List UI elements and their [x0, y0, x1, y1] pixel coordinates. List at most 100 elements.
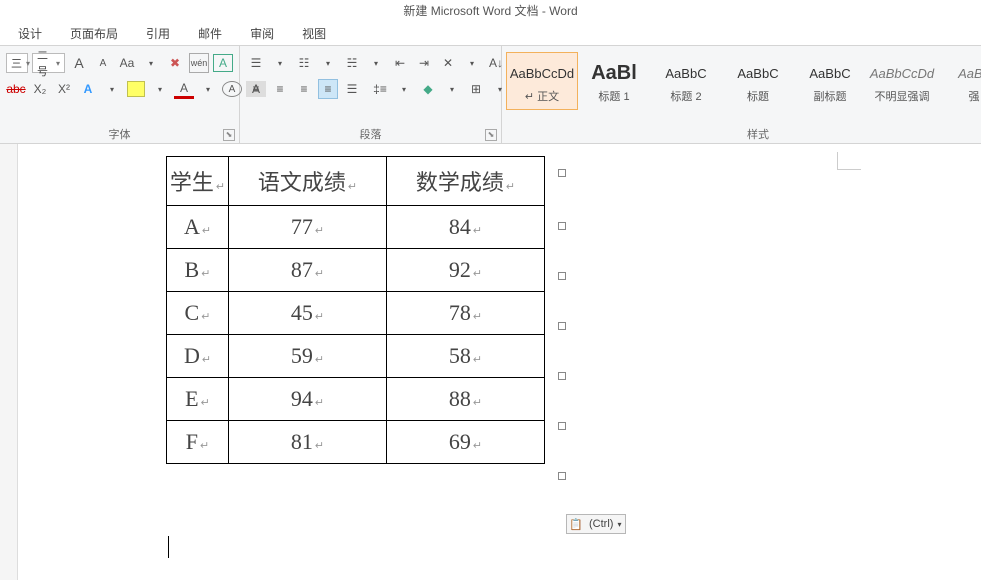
style-item-2[interactable]: AaBbC标题 2 — [650, 52, 722, 110]
table-row[interactable]: A↵77↵84↵ — [167, 206, 545, 249]
text-effects-button[interactable]: A — [78, 79, 98, 99]
style-item-3[interactable]: AaBbC标题 — [722, 52, 794, 110]
shrink-font-button[interactable]: A — [93, 53, 113, 73]
table-cell[interactable]: 77↵ — [229, 206, 387, 249]
table-cell[interactable]: 94↵ — [229, 378, 387, 421]
numbering-arrow[interactable]: ▾ — [318, 53, 338, 73]
multilevel-button[interactable]: ☵ — [342, 53, 362, 73]
change-case-button[interactable]: Aa — [117, 53, 137, 73]
align-justify-button[interactable]: ≡ — [318, 79, 338, 99]
table-cell[interactable]: A↵ — [167, 206, 229, 249]
table-cell[interactable]: 45↵ — [229, 292, 387, 335]
highlight-button[interactable] — [126, 79, 146, 99]
paste-options-label: (Ctrl) — [585, 518, 617, 530]
menu-view[interactable]: 视图 — [288, 25, 340, 42]
table-cell[interactable]: 58↵ — [387, 335, 545, 378]
menu-page-layout[interactable]: 页面布局 — [56, 25, 132, 42]
table-cell[interactable]: 84↵ — [387, 206, 545, 249]
table-cell[interactable]: D↵ — [167, 335, 229, 378]
highlight-arrow[interactable]: ▾ — [150, 79, 170, 99]
align-center-button[interactable]: ≡ — [270, 79, 290, 99]
table-cell[interactable]: 59↵ — [229, 335, 387, 378]
numbering-button[interactable]: ☷ — [294, 53, 314, 73]
table-cell[interactable]: 87↵ — [229, 249, 387, 292]
table-row[interactable]: F↵81↵69↵ — [167, 421, 545, 464]
asian-layout-button[interactable]: ✕ — [438, 53, 458, 73]
document-area[interactable]: 学生↵语文成绩↵数学成绩↵A↵77↵84↵B↵87↵92↵C↵45↵78↵D↵5… — [0, 144, 981, 580]
asian-layout-arrow[interactable]: ▾ — [462, 53, 482, 73]
table-cell[interactable]: C↵ — [167, 292, 229, 335]
align-right-button[interactable]: ≡ — [294, 79, 314, 99]
style-item-4[interactable]: AaBbC副标题 — [794, 52, 866, 110]
decrease-indent-button[interactable]: ⇤ — [390, 53, 410, 73]
font-name-select[interactable]: 三▾ — [6, 53, 28, 73]
grow-font-button[interactable]: A — [69, 53, 89, 73]
shading-button[interactable]: ◆ — [418, 79, 438, 99]
document-table[interactable]: 学生↵语文成绩↵数学成绩↵A↵77↵84↵B↵87↵92↵C↵45↵78↵D↵5… — [166, 156, 545, 464]
line-spacing-arrow[interactable]: ▾ — [394, 79, 414, 99]
style-item-5[interactable]: AaBbCcDd不明显强调 — [866, 52, 938, 110]
font-dialog-launcher[interactable]: ⬊ — [223, 129, 235, 141]
table-row[interactable]: C↵45↵78↵ — [167, 292, 545, 335]
table-row[interactable]: B↵87↵92↵ — [167, 249, 545, 292]
paste-options-button[interactable]: 📋 (Ctrl) ▾ — [566, 514, 626, 534]
table-handle[interactable] — [558, 372, 566, 380]
table-row[interactable]: E↵94↵88↵ — [167, 378, 545, 421]
paragraph-dialog-launcher[interactable]: ⬊ — [485, 129, 497, 141]
font-color-button[interactable]: A — [174, 79, 194, 99]
clear-format-button[interactable]: ✖ — [165, 53, 185, 73]
align-distributed-button[interactable]: ☰ — [342, 79, 362, 99]
table-handle[interactable] — [558, 322, 566, 330]
bullets-button[interactable]: ☰ — [246, 53, 266, 73]
table-handle[interactable] — [558, 169, 566, 177]
table-cell[interactable]: 92↵ — [387, 249, 545, 292]
superscript-button[interactable]: X² — [54, 79, 74, 99]
menu-mailings[interactable]: 邮件 — [184, 25, 236, 42]
style-name-label: 不明显强调 — [875, 88, 930, 104]
table-cell[interactable]: B↵ — [167, 249, 229, 292]
table-handle[interactable] — [558, 472, 566, 480]
borders-button[interactable]: ⊞ — [466, 79, 486, 99]
style-preview: AaBbCcDd — [870, 58, 934, 88]
change-case-arrow[interactable]: ▾ — [141, 53, 161, 73]
menu-design[interactable]: 设计 — [4, 25, 56, 42]
enclose-button[interactable]: A — [222, 81, 242, 97]
multilevel-arrow[interactable]: ▾ — [366, 53, 386, 73]
table-header[interactable]: 学生↵ — [167, 157, 229, 206]
table-cell[interactable]: E↵ — [167, 378, 229, 421]
font-size-select[interactable]: 二号▾ — [32, 53, 65, 73]
chevron-down-icon: ▾ — [617, 520, 625, 529]
style-name-label: ↵ 正文 — [525, 88, 559, 104]
style-item-0[interactable]: AaBbCcDd↵ 正文 — [506, 52, 578, 110]
style-name-label: 副标题 — [814, 88, 847, 104]
table-cell[interactable]: F↵ — [167, 421, 229, 464]
font-group: 三▾ 二号▾ A A Aa ▾ ✖ wén A abc X₂ X² A ▾ ▾ … — [0, 46, 240, 143]
style-preview: AaBbC — [809, 58, 850, 88]
bullets-arrow[interactable]: ▾ — [270, 53, 290, 73]
table-cell[interactable]: 88↵ — [387, 378, 545, 421]
table-cell[interactable]: 78↵ — [387, 292, 545, 335]
align-left-button[interactable]: ≡ — [246, 79, 266, 99]
font-color-arrow[interactable]: ▾ — [198, 79, 218, 99]
table-cell[interactable]: 69↵ — [387, 421, 545, 464]
shading-arrow[interactable]: ▾ — [442, 79, 462, 99]
table-handle[interactable] — [558, 222, 566, 230]
menu-references[interactable]: 引用 — [132, 25, 184, 42]
table-row[interactable]: D↵59↵58↵ — [167, 335, 545, 378]
strike-button[interactable]: abc — [6, 79, 26, 99]
table-header[interactable]: 数学成绩↵ — [387, 157, 545, 206]
table-header[interactable]: 语文成绩↵ — [229, 157, 387, 206]
table-handle[interactable] — [558, 422, 566, 430]
table-handle[interactable] — [558, 272, 566, 280]
char-border-button[interactable]: A — [213, 54, 233, 72]
page[interactable]: 学生↵语文成绩↵数学成绩↵A↵77↵84↵B↵87↵92↵C↵45↵78↵D↵5… — [18, 144, 981, 580]
increase-indent-button[interactable]: ⇥ — [414, 53, 434, 73]
table-cell[interactable]: 81↵ — [229, 421, 387, 464]
style-item-6[interactable]: AaBb强 — [938, 52, 981, 110]
style-item-1[interactable]: AaBl标题 1 — [578, 52, 650, 110]
line-spacing-button[interactable]: ‡≡ — [370, 79, 390, 99]
subscript-button[interactable]: X₂ — [30, 79, 50, 99]
phonetic-button[interactable]: wén — [189, 53, 209, 73]
menu-review[interactable]: 审阅 — [236, 25, 288, 42]
text-effects-arrow[interactable]: ▾ — [102, 79, 122, 99]
